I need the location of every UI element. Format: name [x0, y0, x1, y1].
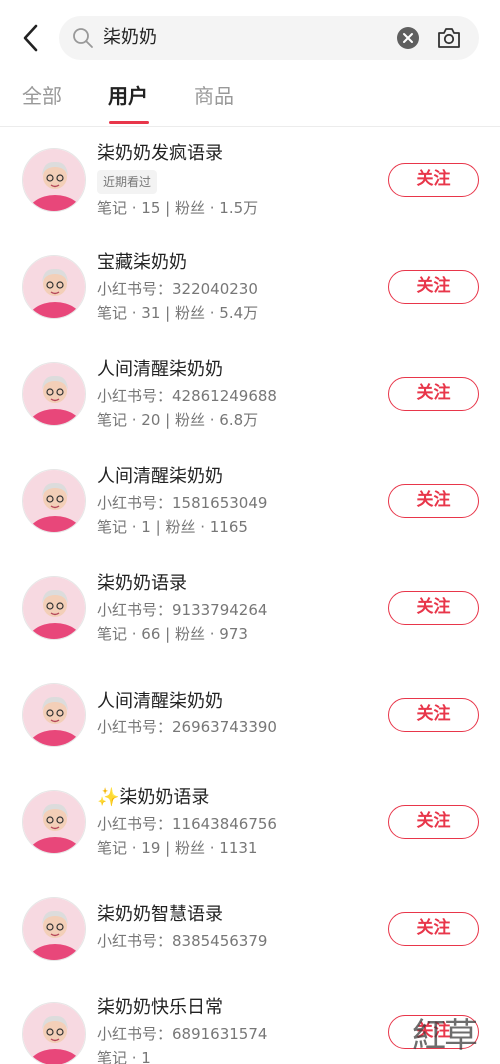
user-stats: 笔记 · 1 | 粉丝 · 1165 — [97, 518, 248, 536]
follow-button[interactable]: 关注 — [388, 591, 479, 625]
avatar[interactable] — [22, 1002, 86, 1064]
redbook-id: 小红书号：42861249688 — [97, 387, 277, 405]
user-row[interactable]: 柒奶奶发疯语录 近期看过 笔记 · 15 | 粉丝 · 1.5万 关注 — [0, 127, 500, 234]
user-stats: 笔记 · 20 | 粉丝 · 6.8万 — [97, 411, 259, 429]
user-name: 人间清醒柒奶奶 — [97, 466, 223, 487]
follow-button[interactable]: 关注 — [388, 805, 479, 839]
redbook-id: 小红书号：8385456379 — [97, 932, 268, 950]
user-row[interactable]: 柒奶奶智慧语录 小红书号：8385456379 关注 — [0, 876, 500, 983]
user-name: 柒奶奶语录 — [97, 573, 187, 594]
search-input[interactable]: 柒奶奶 — [59, 16, 479, 60]
follow-button[interactable]: 关注 — [388, 270, 479, 304]
back-button[interactable] — [16, 20, 48, 56]
search-results-screen: 柒奶奶 全部 用户 商品 柒奶奶发疯语录 近期看过 笔记 · 15 | 粉丝 ·… — [0, 0, 500, 1064]
tab-all[interactable]: 全部 — [22, 82, 62, 110]
recently-viewed-badge: 近期看过 — [97, 170, 158, 194]
avatar[interactable] — [22, 148, 86, 212]
user-name: 柒奶奶快乐日常 — [97, 997, 223, 1018]
user-name: 宝藏柒奶奶 — [97, 252, 187, 273]
follow-button[interactable]: 关注 — [388, 163, 479, 197]
user-name: 柒奶奶发疯语录 — [97, 143, 223, 164]
user-stats: 笔记 · 15 | 粉丝 · 1.5万 — [97, 199, 259, 217]
follow-button[interactable]: 关注 — [388, 484, 479, 518]
result-tabs: 全部 用户 商品 — [0, 72, 500, 126]
user-stats: 笔记 · 1 — [97, 1049, 151, 1064]
user-row[interactable]: 宝藏柒奶奶 小红书号：322040230 笔记 · 31 | 粉丝 · 5.4万… — [0, 234, 500, 341]
follow-button[interactable]: 关注 — [388, 912, 479, 946]
user-name: 人间清醒柒奶奶 — [97, 691, 223, 712]
avatar[interactable] — [22, 897, 86, 961]
watermark: 紅草 — [412, 1016, 478, 1056]
search-header: 柒奶奶 — [0, 0, 500, 72]
avatar[interactable] — [22, 255, 86, 319]
user-stats: 笔记 · 31 | 粉丝 · 5.4万 — [97, 304, 259, 322]
user-name: 柒奶奶智慧语录 — [97, 904, 223, 925]
user-name: 人间清醒柒奶奶 — [97, 359, 223, 380]
chevron-left-icon — [23, 24, 38, 52]
tab-users[interactable]: 用户 — [108, 82, 148, 110]
redbook-id: 小红书号：9133794264 — [97, 601, 268, 619]
user-stats: 笔记 · 66 | 粉丝 · 973 — [97, 625, 248, 643]
redbook-id: 小红书号：1581653049 — [97, 494, 268, 512]
redbook-id: 小红书号：6891631574 — [97, 1025, 268, 1043]
follow-button[interactable]: 关注 — [388, 698, 479, 732]
camera-icon — [438, 28, 460, 48]
avatar[interactable] — [22, 683, 86, 747]
user-row[interactable]: ✨柒奶奶语录 小红书号：11643846756 笔记 · 19 | 粉丝 · 1… — [0, 769, 500, 876]
redbook-id: 小红书号：11643846756 — [97, 815, 277, 833]
user-row[interactable]: 人间清醒柒奶奶 小红书号：1581653049 笔记 · 1 | 粉丝 · 11… — [0, 448, 500, 555]
tab-products[interactable]: 商品 — [194, 82, 234, 110]
image-search-button[interactable] — [435, 25, 463, 51]
redbook-id: 小红书号：322040230 — [97, 280, 258, 298]
user-row[interactable]: 人间清醒柒奶奶 小红书号：26963743390 关注 — [0, 662, 500, 769]
active-tab-indicator — [109, 121, 149, 124]
avatar[interactable] — [22, 362, 86, 426]
avatar[interactable] — [22, 469, 86, 533]
user-name: ✨柒奶奶语录 — [97, 787, 210, 808]
user-row[interactable]: 人间清醒柒奶奶 小红书号：42861249688 笔记 · 20 | 粉丝 · … — [0, 341, 500, 448]
close-icon — [403, 33, 413, 43]
clear-search-button[interactable] — [397, 27, 419, 49]
avatar[interactable] — [22, 576, 86, 640]
search-icon — [73, 28, 93, 48]
user-stats: 笔记 · 19 | 粉丝 · 1131 — [97, 839, 258, 857]
follow-button[interactable]: 关注 — [388, 377, 479, 411]
avatar[interactable] — [22, 790, 86, 854]
user-row[interactable]: 柒奶奶语录 小红书号：9133794264 笔记 · 66 | 粉丝 · 973… — [0, 555, 500, 662]
search-query[interactable]: 柒奶奶 — [103, 26, 157, 50]
redbook-id: 小红书号：26963743390 — [97, 718, 277, 736]
